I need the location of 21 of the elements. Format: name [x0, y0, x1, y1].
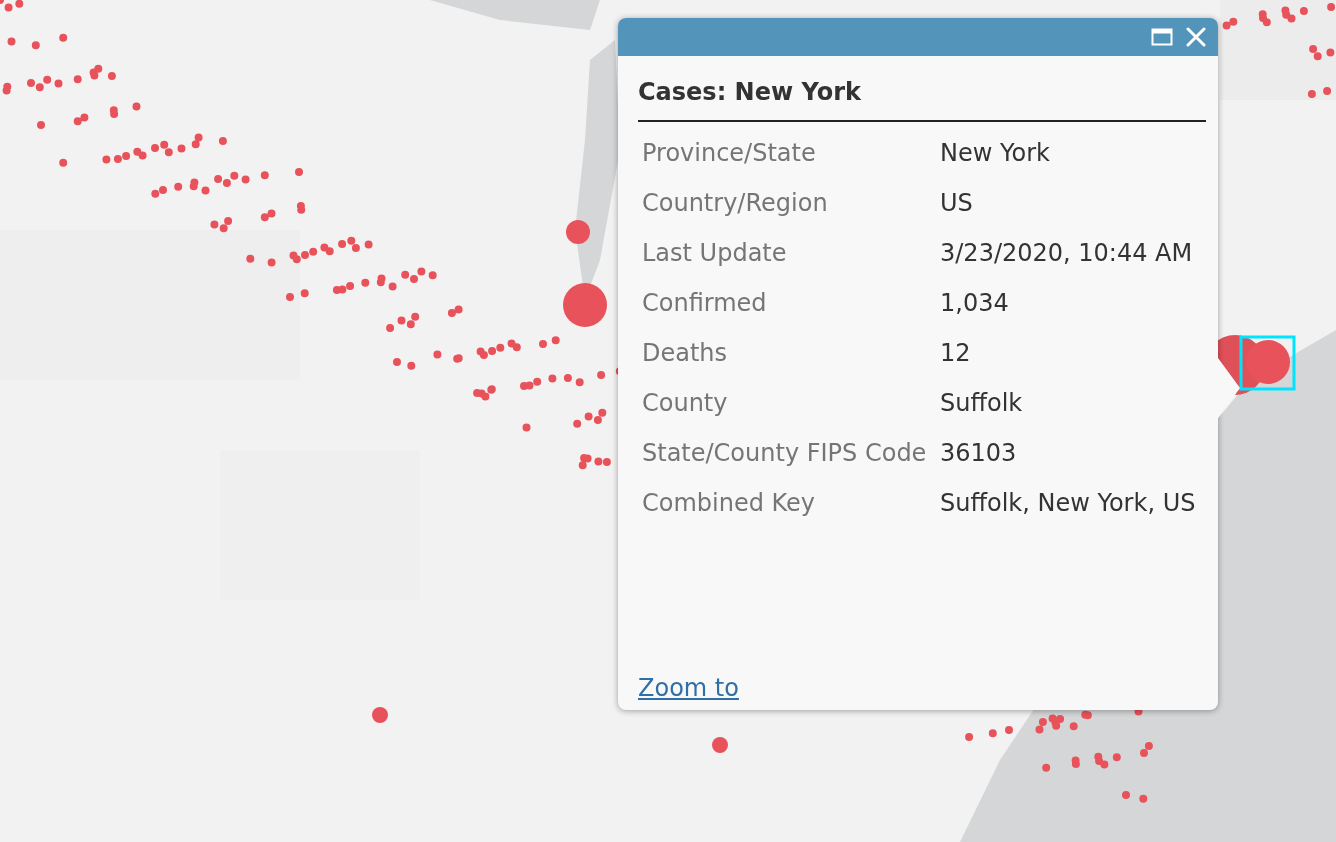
field-label: Confirmed — [641, 288, 768, 319]
field-value: 36103 — [940, 438, 1018, 469]
field-value: 3/23/2020, 10:44 AM — [940, 238, 1194, 269]
zoom-to-link[interactable]: Zoom to — [638, 674, 739, 702]
field-label: Combined Key — [641, 488, 817, 519]
popup-title: Cases: New York — [638, 78, 1206, 122]
field-value: Suffolk — [940, 388, 1024, 419]
field-label: State/County FIPS Code — [641, 438, 928, 469]
field-label: County — [641, 388, 729, 419]
field-value: 12 — [940, 338, 972, 369]
maximize-icon — [1151, 28, 1173, 46]
field-value: US — [940, 188, 974, 219]
close-icon — [1186, 27, 1206, 47]
field-value: Suffolk, New York, US — [940, 488, 1197, 519]
field-label: Province/State — [641, 138, 817, 169]
close-button[interactable] — [1184, 25, 1208, 49]
field-label: Last Update — [641, 238, 788, 269]
field-value: 1,034 — [940, 288, 1010, 319]
field-value: New York — [940, 138, 1051, 169]
field-label: Country/Region — [641, 188, 829, 219]
field-label: Deaths — [641, 338, 729, 369]
